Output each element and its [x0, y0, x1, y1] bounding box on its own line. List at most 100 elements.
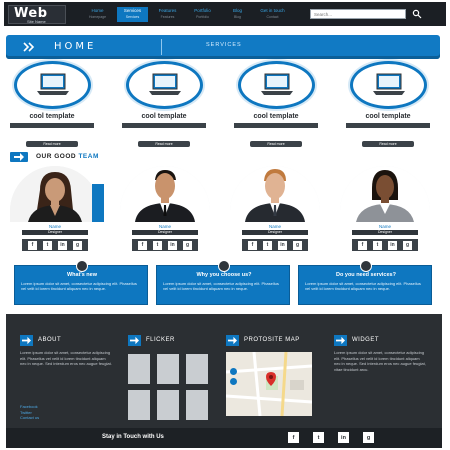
read-more-button[interactable]: Read more — [138, 141, 190, 147]
linkedin-icon[interactable]: in — [338, 432, 349, 443]
member-social: f t in g — [242, 239, 308, 251]
twitter-icon[interactable]: t — [43, 240, 52, 250]
facebook-icon[interactable]: f — [358, 240, 367, 250]
nav-sublabel: Homepage — [88, 15, 107, 19]
search-icon[interactable] — [412, 9, 422, 19]
divider — [122, 123, 206, 128]
member-name: Name — [48, 224, 61, 229]
member-name: Name — [268, 224, 281, 229]
twitter-icon[interactable]: t — [153, 240, 162, 250]
services-link[interactable]: SERVICES — [206, 42, 242, 48]
gallery-thumbnail[interactable] — [157, 354, 179, 384]
feature-circle — [350, 61, 427, 109]
flickr-gallery — [128, 354, 210, 420]
info-title: Why you choose us? — [196, 272, 252, 278]
badge-icon — [360, 260, 372, 272]
search-input[interactable] — [311, 10, 391, 18]
facebook-icon[interactable]: f — [28, 240, 37, 250]
footer-heading: WIDGET — [334, 334, 379, 346]
gallery-thumbnail[interactable] — [186, 354, 208, 384]
info-box: Do you need services? Lorem ipsum dolor … — [298, 260, 432, 305]
facebook-icon[interactable]: f — [248, 240, 257, 250]
facebook-icon[interactable]: f — [138, 240, 147, 250]
footer-bottom-bar: Stay in Touch with Us f t in g — [6, 428, 442, 448]
feature-card: cool template Read more — [340, 61, 436, 149]
linkedin-icon[interactable]: in — [278, 240, 287, 250]
facebook-icon[interactable]: f — [288, 432, 299, 443]
nav-item-home[interactable]: Home Homepage — [82, 7, 113, 22]
footer-title: WIDGET — [352, 337, 379, 343]
contact-link[interactable]: Contact us — [20, 415, 39, 421]
member-photo — [10, 166, 100, 222]
linkedin-icon[interactable]: in — [388, 240, 397, 250]
twitter-icon[interactable]: t — [263, 240, 272, 250]
arrow-right-icon — [226, 334, 239, 346]
top-header: Web Site Name Home Homepage Services Ser… — [4, 2, 446, 26]
member-role: Designer — [352, 230, 418, 235]
zoom-in-icon[interactable] — [230, 368, 237, 375]
read-more-button[interactable]: Read more — [26, 141, 78, 147]
read-more-button[interactable]: Read more — [362, 141, 414, 147]
home-banner: HOME SERVICES — [6, 35, 440, 59]
nav-item-features[interactable]: Features Features — [152, 7, 183, 22]
gallery-thumbnail[interactable] — [128, 354, 150, 384]
divider — [346, 123, 430, 128]
gallery-thumbnail[interactable] — [128, 390, 150, 420]
about-links: Facebook Twitter Contact us — [20, 404, 39, 421]
gallery-thumbnail[interactable] — [186, 390, 208, 420]
logo[interactable]: Web Site Name — [8, 5, 66, 24]
member-role: Designer — [132, 230, 198, 235]
team-member: Name Designer f t in g — [114, 166, 212, 262]
double-chevron-icon — [22, 40, 36, 54]
about-text: Lorem ipsum dolor sit amet, consectetur … — [20, 350, 112, 366]
search-box[interactable] — [310, 9, 406, 19]
read-more-button[interactable]: Read more — [250, 141, 302, 147]
info-title: What's new — [66, 272, 98, 278]
nav-label: Portfolio — [194, 8, 211, 13]
footer-title: FLICKER — [146, 337, 175, 343]
nav-label: Blog — [232, 8, 242, 13]
member-photo — [340, 166, 430, 222]
google-icon[interactable]: g — [73, 240, 82, 250]
badge-icon — [218, 260, 230, 272]
facebook-link[interactable]: Facebook — [20, 404, 39, 410]
feature-card: cool template Read more — [4, 61, 100, 149]
member-name: Name — [158, 224, 171, 229]
zoom-out-icon[interactable] — [230, 378, 237, 385]
widget-text: Lorem ipsum dolor sit amet, consectetur … — [334, 350, 426, 372]
feature-circle — [14, 61, 91, 109]
nav-label: Services — [123, 8, 142, 13]
member-name: Name — [378, 224, 391, 229]
location-map[interactable] — [226, 352, 312, 416]
google-icon[interactable]: g — [363, 432, 374, 443]
laptop-icon — [373, 73, 405, 95]
nav-item-services[interactable]: Services Services — [117, 7, 148, 22]
team-heading: OUR GOOD TEAM — [8, 151, 442, 163]
google-icon[interactable]: g — [183, 240, 192, 250]
google-icon[interactable]: g — [293, 240, 302, 250]
feature-title: cool template — [141, 113, 187, 120]
footer-title: ABOUT — [38, 337, 62, 343]
google-icon[interactable]: g — [403, 240, 412, 250]
linkedin-icon[interactable]: in — [168, 240, 177, 250]
map-controls — [230, 368, 237, 388]
section-title: OUR GOOD TEAM — [36, 153, 99, 160]
nav-item-blog[interactable]: Blog Blog — [222, 7, 253, 22]
arrow-right-icon — [20, 334, 33, 346]
laptop-icon — [149, 73, 181, 95]
twitter-icon[interactable]: t — [313, 432, 324, 443]
linkedin-icon[interactable]: in — [58, 240, 67, 250]
nav-item-portfolio[interactable]: Portfolio Portfolio — [187, 7, 218, 22]
stay-in-touch-label: Stay in Touch with Us — [102, 434, 164, 440]
divider — [161, 39, 162, 55]
twitter-icon[interactable]: t — [373, 240, 382, 250]
gallery-thumbnail[interactable] — [157, 390, 179, 420]
footer-heading: ABOUT — [20, 334, 61, 346]
nav-sublabel: Portfolio — [196, 15, 209, 19]
feature-title: cool template — [253, 113, 299, 120]
info-text: Lorem ipsum dolor sit amet, consectetur … — [305, 281, 421, 291]
feature-title: cool template — [29, 113, 75, 120]
laptop-icon — [261, 73, 293, 95]
nav-sublabel: Contact — [266, 15, 279, 19]
nav-item-contact[interactable]: Get in touch Contact — [257, 7, 288, 22]
